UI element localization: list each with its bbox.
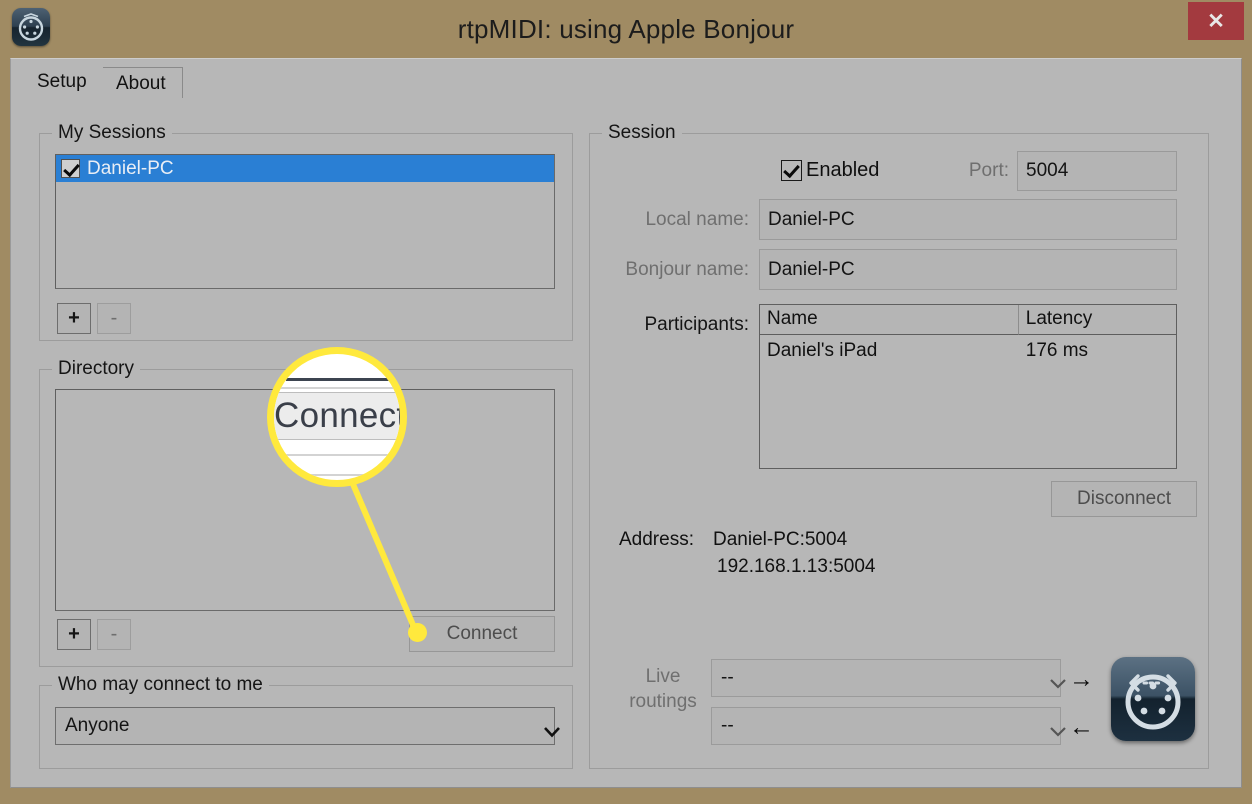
bonjour-name-label: Bonjour name: xyxy=(625,259,749,280)
participant-name: Daniel's iPad xyxy=(767,340,878,361)
remove-directory-button[interactable]: - xyxy=(97,619,131,650)
rtpmidi-window: rtpMIDI: using Apple Bonjour ✕ Setup Abo… xyxy=(0,0,1252,804)
midi-din-logo[interactable] xyxy=(1111,657,1195,741)
my-sessions-list[interactable]: Daniel-PC xyxy=(55,154,555,289)
callout-magnifier: Connect xyxy=(267,347,407,487)
session-enabled-row[interactable]: Enabled xyxy=(781,159,879,182)
session-name: Daniel-PC xyxy=(87,157,174,179)
add-directory-button[interactable]: + xyxy=(57,619,91,650)
remove-session-button[interactable]: - xyxy=(97,303,131,334)
callout-top-rule xyxy=(286,378,390,381)
connect-button[interactable]: Connect xyxy=(409,616,555,652)
client-area: Setup About My Sessions Daniel-PC + - Di… xyxy=(10,58,1242,788)
who-may-connect-select[interactable]: Anyone xyxy=(55,707,560,745)
address-label: Address: xyxy=(619,529,694,550)
who-may-connect-value: Anyone xyxy=(65,715,130,736)
bonjour-name-value: Daniel-PC xyxy=(768,258,855,280)
column-header-latency: Latency xyxy=(1018,305,1176,335)
tab-about[interactable]: About xyxy=(99,67,183,99)
list-item[interactable]: Daniel-PC xyxy=(56,155,554,182)
port-value: 5004 xyxy=(1026,160,1069,181)
live-routings-label-line2: routings xyxy=(629,691,697,712)
tab-setup[interactable]: Setup xyxy=(21,65,103,101)
close-button[interactable]: ✕ xyxy=(1188,2,1244,40)
disconnect-button[interactable]: Disconnect xyxy=(1051,481,1197,517)
port-label: Port: xyxy=(968,160,1009,181)
live-routings-label-line1: Live xyxy=(645,666,681,687)
column-header-name: Name xyxy=(760,305,1019,335)
arrow-right-icon: → xyxy=(1069,665,1094,693)
bonjour-name-field[interactable]: Daniel-PC xyxy=(759,249,1177,290)
directory-label: Directory xyxy=(52,358,141,380)
local-name-value: Daniel-PC xyxy=(768,208,855,230)
callout-text: Connect xyxy=(274,396,407,435)
routing-out-select[interactable]: -- xyxy=(711,659,1066,697)
routing-out-value: -- xyxy=(721,667,734,688)
window-title: rtpMIDI: using Apple Bonjour xyxy=(457,14,795,44)
routing-in-value: -- xyxy=(721,715,734,736)
who-may-connect-label: Who may connect to me xyxy=(52,674,269,696)
participant-latency: 176 ms xyxy=(1025,340,1089,361)
title-bar: rtpMIDI: using Apple Bonjour ✕ xyxy=(0,0,1252,58)
live-routings-label: Live routings xyxy=(623,664,703,714)
arrow-left-icon: ← xyxy=(1069,713,1094,741)
add-session-button[interactable]: + xyxy=(57,303,91,334)
enabled-label: Enabled xyxy=(806,159,880,181)
table-row[interactable]: Daniel's iPad 176 ms xyxy=(760,336,1176,366)
session-enable-checkbox[interactable] xyxy=(61,159,80,178)
participants-label: Participants: xyxy=(644,314,749,335)
participants-header: Name Latency xyxy=(760,305,1176,335)
local-name-field[interactable]: Daniel-PC xyxy=(759,199,1177,240)
callout-anchor-dot xyxy=(408,623,427,642)
session-label: Session xyxy=(602,122,682,144)
routing-in-select[interactable]: -- xyxy=(711,707,1066,745)
address-line-host: Daniel-PC:5004 xyxy=(713,529,848,550)
address-line-ip: 192.168.1.13:5004 xyxy=(717,556,876,577)
participants-table[interactable]: Name Latency Daniel's iPad 176 ms xyxy=(759,304,1177,469)
port-field[interactable]: 5004 xyxy=(1017,151,1177,191)
local-name-label: Local name: xyxy=(645,209,749,230)
my-sessions-label: My Sessions xyxy=(52,122,172,144)
close-icon: ✕ xyxy=(1207,9,1225,33)
tab-strip: Setup About xyxy=(21,65,1231,101)
tab-strip-filler xyxy=(21,98,1231,100)
enabled-checkbox[interactable] xyxy=(781,160,802,181)
